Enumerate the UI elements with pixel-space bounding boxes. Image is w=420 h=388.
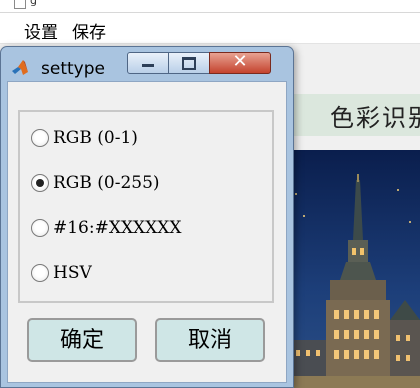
radio-rgb-0-1[interactable]: RGB (0-1) bbox=[31, 124, 138, 152]
radio-button-hsv[interactable] bbox=[31, 264, 49, 282]
background-title: g bbox=[30, 0, 37, 7]
menu-settings[interactable]: 设置 bbox=[22, 17, 60, 44]
radio-label-hex: #16:#XXXXXX bbox=[53, 218, 182, 238]
ok-button[interactable]: 确定 bbox=[27, 318, 137, 362]
radio-button-rgb-0-255[interactable] bbox=[31, 174, 49, 192]
radio-label-rgb-0-1: RGB (0-1) bbox=[53, 128, 138, 148]
radio-button-rgb-0-1[interactable] bbox=[31, 129, 49, 147]
radio-label-rgb-0-255: RGB (0-255) bbox=[53, 173, 160, 193]
city-photo-graphic bbox=[290, 150, 420, 388]
matlab-icon bbox=[12, 60, 28, 75]
app-header-title: 色彩识别 bbox=[330, 104, 420, 132]
maximize-icon bbox=[182, 57, 196, 70]
radio-hex[interactable]: #16:#XXXXXX bbox=[31, 214, 181, 242]
cancel-button[interactable]: 取消 bbox=[155, 318, 265, 362]
menu-save[interactable]: 保存 bbox=[70, 17, 108, 44]
close-icon: ✕ bbox=[232, 51, 248, 72]
minimize-icon bbox=[142, 64, 154, 67]
radio-button-hex[interactable] bbox=[31, 219, 49, 237]
app-header-banner: 色彩识别 bbox=[290, 94, 420, 136]
city-photo bbox=[290, 150, 420, 388]
radio-label-hsv: HSV bbox=[53, 263, 92, 283]
dialog-title: settype bbox=[41, 59, 105, 79]
radio-rgb-0-255[interactable]: RGB (0-255) bbox=[31, 169, 160, 197]
maximize-button[interactable] bbox=[168, 52, 210, 74]
radio-hsv[interactable]: HSV bbox=[31, 259, 92, 287]
background-titlebar: g bbox=[0, 0, 420, 13]
menu-bar: 设置 保存 bbox=[0, 13, 420, 44]
close-button[interactable]: ✕ bbox=[209, 51, 271, 74]
window-icon bbox=[14, 0, 26, 9]
minimize-button[interactable] bbox=[127, 52, 169, 74]
settype-dialog: settype ✕ RGB (0-1) RGB (0-255) #16:#XXX… bbox=[0, 46, 294, 388]
